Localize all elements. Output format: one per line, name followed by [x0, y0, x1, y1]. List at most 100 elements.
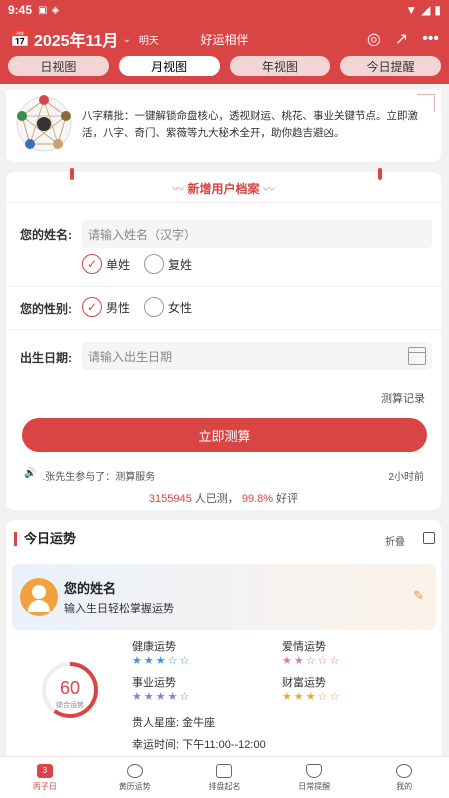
calendar-picker-icon[interactable]	[408, 347, 426, 365]
wave-decoration-right: 〰	[259, 182, 275, 196]
radio-female[interactable]: 女性	[144, 297, 192, 317]
activity-notice: 🔊 .张先生参与了：测算服务 2小时前	[24, 468, 424, 483]
status-time: 9:45	[8, 3, 33, 17]
intro-text: 八字精批：一键解锁命盘核心，透视财运、桃花、事业关键节点。立即激活，八字、奇门、…	[82, 110, 418, 139]
edit-icon[interactable]: ✎	[413, 588, 424, 604]
calendar-icon[interactable]: 📅	[10, 29, 30, 49]
profile-banner[interactable]: 您的姓名 输入生日轻松掌握运势 ✎	[12, 564, 436, 630]
stats-mid: 人已测，	[191, 493, 242, 505]
noble-value: 金牛座	[182, 717, 216, 729]
profile-subtitle: 输入生日轻松掌握运势	[64, 603, 174, 615]
status-notification-icons: ▣ ◈	[38, 5, 59, 16]
tab-year-view[interactable]: 年视图	[229, 56, 331, 76]
noble-constellation-row: 贵人星座: 金牛座	[132, 714, 215, 730]
stats-line: 3155945 人已测， 99.8% 好评	[6, 490, 441, 506]
shield-icon: ◈	[51, 4, 60, 16]
radio-male-label: 男性	[106, 300, 131, 315]
nav-naming[interactable]: 排盘起名	[180, 757, 270, 798]
share-icon[interactable]: ↗	[395, 29, 408, 49]
record-link[interactable]: 测算记录	[381, 390, 425, 406]
radio-circle-icon	[144, 297, 164, 317]
nav-reminder[interactable]: 日常提醒	[269, 757, 359, 798]
signal-icon: ◢	[421, 3, 431, 17]
status-bar: 9:45 ▣ ◈ ▼ ◢ ▮	[0, 0, 449, 20]
fortune-career-label: 事业运势	[132, 677, 176, 689]
submit-button[interactable]: 立即测算	[22, 418, 427, 452]
pin-left	[70, 168, 74, 180]
tomorrow-button[interactable]: 明天	[139, 32, 159, 47]
form-title-text: 新增用户档案	[187, 182, 260, 196]
radio-single-surname-label: 单姓	[106, 257, 131, 272]
fortune-wealth-stars: ★★★☆☆	[282, 691, 342, 703]
fortune-love-label: 爱情运势	[282, 641, 326, 653]
score-label: 综合运势	[56, 702, 84, 709]
fold-button[interactable]: 折叠	[385, 533, 405, 548]
gender-label: 您的性别:	[20, 302, 72, 316]
wifi-icon: ▼	[405, 3, 418, 17]
radio-single-surname[interactable]: ✓ 单姓	[82, 254, 130, 274]
speaker-icon: 🔊	[24, 468, 37, 479]
bagua-icon	[16, 95, 72, 152]
more-icon[interactable]: •••	[422, 30, 439, 48]
lucky-value: 下午11:00--12:00	[182, 739, 266, 751]
fortune-health-label: 健康运势	[132, 641, 176, 653]
birth-label: 出生日期:	[20, 351, 72, 365]
new-profile-form: 〰 新增用户档案 〰 您的姓名: 请输入姓名（汉字） ✓ 单姓 复姓 您的性别:…	[6, 168, 441, 510]
radio-double-surname-label: 复姓	[168, 257, 193, 272]
cup-icon	[306, 763, 323, 778]
noble-label: 贵人星座:	[132, 717, 180, 729]
corner-decoration	[417, 94, 435, 112]
nav-day-label: 丙子日	[32, 781, 57, 791]
nav-day[interactable]: 3 丙子日	[0, 757, 90, 798]
fortune-career-stars: ★★★★☆	[132, 691, 192, 703]
radio-male[interactable]: ✓ 男性	[82, 297, 130, 317]
fortune-health-stars: ★★★☆☆	[132, 655, 192, 667]
radio-circle-icon	[144, 254, 164, 274]
yin-yang-icon	[126, 763, 143, 778]
birth-date-placeholder: 请输入出生日期	[88, 349, 173, 364]
stats-count: 3155945	[148, 493, 192, 505]
fortune-wealth-label: 财富运势	[282, 677, 326, 689]
lucky-time-row: 幸运时间: 下午11:00--12:00	[132, 736, 266, 752]
pin-right	[378, 168, 382, 180]
name-input[interactable]: 请输入姓名（汉字）	[82, 220, 432, 248]
check-icon: ✓	[82, 297, 102, 317]
profile-name: 您的姓名	[64, 581, 117, 596]
stats-tail: 好评	[273, 493, 299, 505]
tab-day-view[interactable]: 日视图	[8, 56, 109, 76]
app-header: 9:45 ▣ ◈ ▼ ◢ ▮ 📅 2025年11月 ⌄ 明天 好运相伴 ◎ ↗ …	[0, 0, 449, 84]
header-actions: ◎ ↗ •••	[367, 29, 439, 49]
nav-almanac-label: 黄历运势	[118, 781, 151, 791]
nav-naming-label: 排盘起名	[208, 781, 241, 791]
month-selector[interactable]: 2025年11月	[34, 27, 119, 51]
view-tabs: 日视图 月视图 年视图 今日提醒	[8, 56, 441, 76]
nav-profile[interactable]: 我的	[359, 757, 449, 798]
tab-today-reminder[interactable]: 今日提醒	[340, 56, 441, 76]
score-value: 60	[59, 678, 81, 698]
battery-icon: ▮	[434, 3, 441, 17]
bazi-intro-card[interactable]: 八字精批：一键解锁命盘核心，透视财运、桃花、事业关键节点。立即激活，八字、奇门、…	[6, 90, 441, 162]
calendar-day-icon: 3	[36, 763, 53, 778]
header-row: 📅 2025年11月 ⌄ 明天 好运相伴 ◎ ↗ •••	[0, 24, 449, 54]
share-icon[interactable]	[423, 532, 435, 544]
avatar	[20, 578, 58, 616]
book-icon	[216, 763, 233, 778]
nav-almanac[interactable]: 黄历运势	[90, 757, 180, 798]
tab-month-view[interactable]: 月视图	[118, 56, 220, 76]
divider	[6, 329, 441, 330]
name-label: 您的姓名:	[20, 228, 72, 242]
user-icon	[396, 763, 413, 778]
nav-reminder-label: 日常提醒	[298, 781, 331, 791]
radio-double-surname[interactable]: 复姓	[144, 254, 192, 274]
form-title: 〰 新增用户档案 〰	[6, 180, 441, 197]
chevron-down-icon[interactable]: ⌄	[122, 34, 130, 45]
notice-text: .张先生参与了：测算服务	[42, 472, 156, 483]
status-right-icons: ▼ ◢ ▮	[405, 3, 441, 17]
fortune-title: 今日运势	[14, 532, 76, 546]
fortune-compass-icon[interactable]: ◎	[367, 29, 381, 49]
notification-icon: ▣	[38, 4, 48, 16]
stats-rate: 99.8%	[241, 493, 274, 505]
lucky-label: 幸运时间:	[132, 739, 180, 751]
birth-date-input[interactable]: 请输入出生日期	[82, 342, 432, 370]
nav-profile-label: 我的	[396, 781, 413, 791]
